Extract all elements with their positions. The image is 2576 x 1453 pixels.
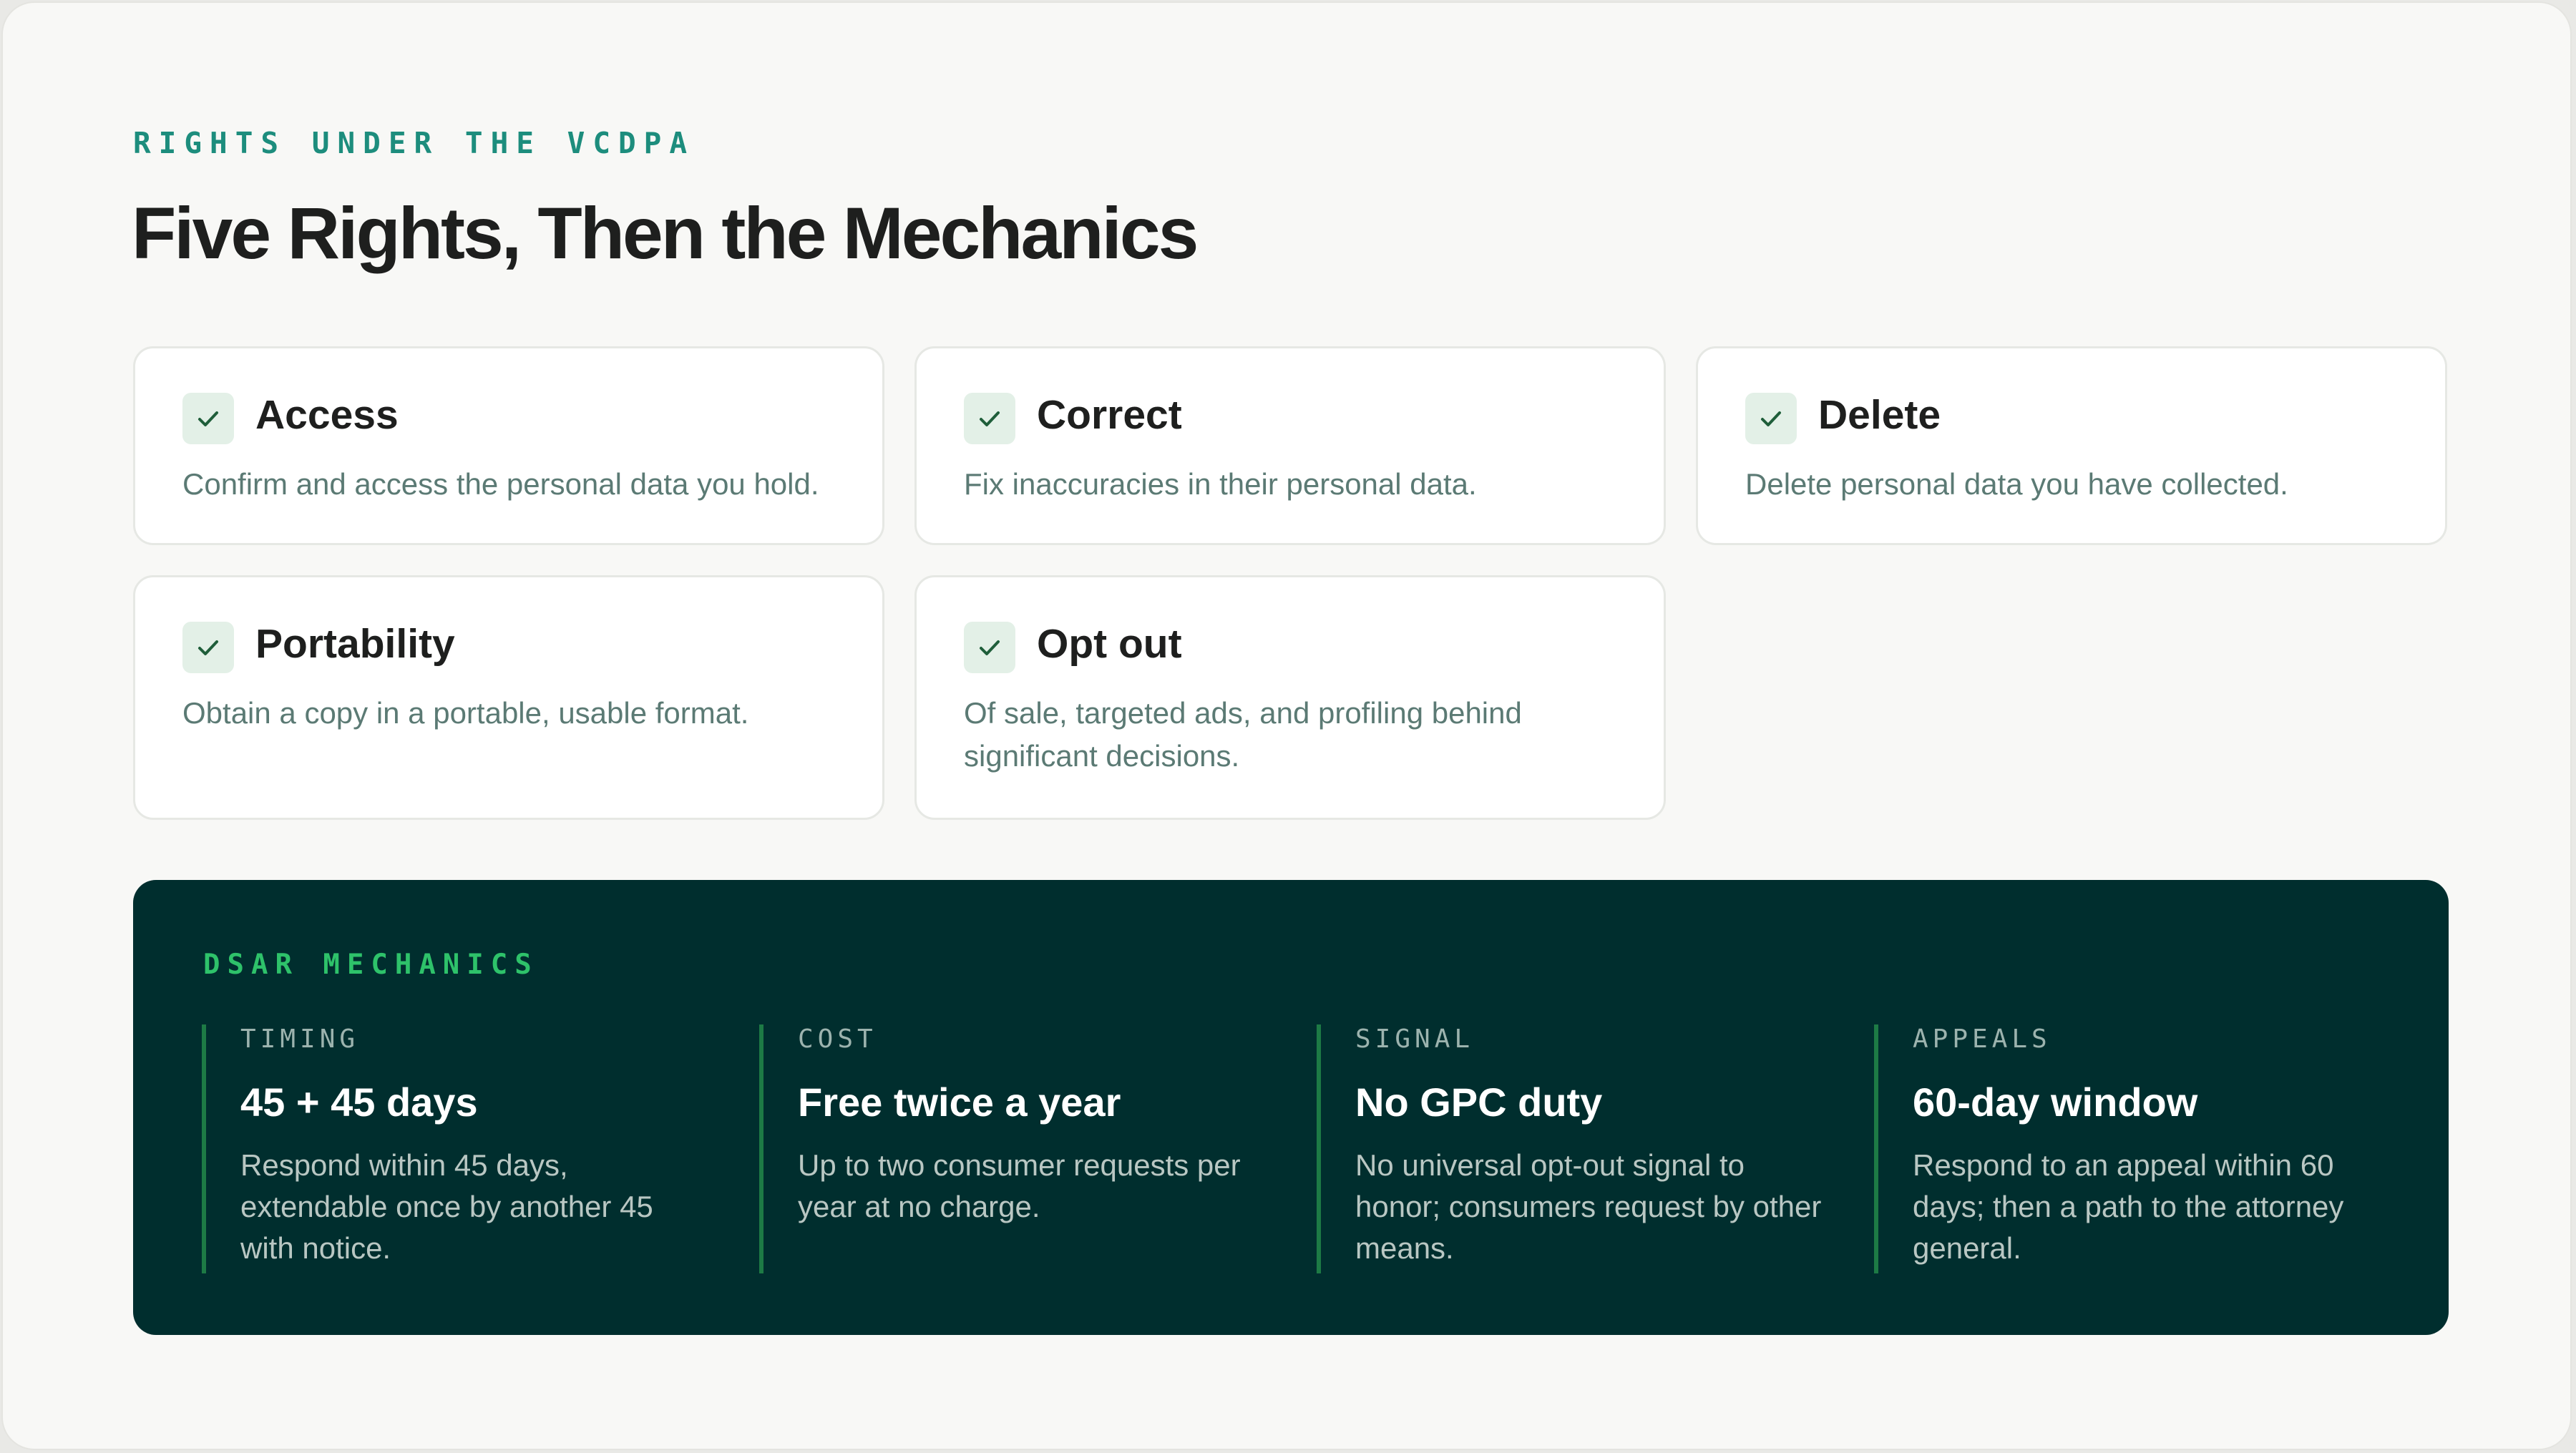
check-icon	[1745, 393, 1797, 444]
section-kicker: RIGHTS UNDER THE VCDPA	[133, 126, 696, 160]
mechanic-description: Respond within 45 days, extendable once …	[240, 1148, 653, 1265]
check-icon	[964, 393, 1015, 444]
mechanic-description: No universal opt-out signal to honor; co…	[1355, 1148, 1822, 1265]
dsar-mechanics-panel: DSAR MECHANICS TIMING 45 + 45 days Respo…	[133, 880, 2449, 1335]
right-card-delete: Delete Delete personal data you have col…	[1696, 346, 2447, 545]
panel-kicker: DSAR MECHANICS	[203, 949, 539, 981]
mechanic-label: SIGNAL	[1355, 1024, 1475, 1054]
mechanic-value: No GPC duty	[1355, 1080, 1603, 1125]
right-description: Of sale, targeted ads, and profiling beh…	[964, 696, 1522, 773]
page-title: Five Rights, Then the Mechanics	[132, 192, 1199, 274]
mechanic-label: APPEALS	[1913, 1024, 2051, 1054]
check-icon	[182, 622, 234, 673]
slide: RIGHTS UNDER THE VCDPA Five Rights, Then…	[1, 1, 2572, 1450]
mechanic-description: Respond to an appeal within 60 days; the…	[1913, 1148, 2344, 1265]
right-card-correct: Correct Fix inaccuracies in their person…	[914, 346, 1666, 545]
right-description: Obtain a copy in a portable, usable form…	[182, 696, 749, 730]
right-title: Delete	[1818, 392, 1941, 438]
mechanic-label: TIMING	[240, 1024, 360, 1054]
right-card-opt-out: Opt out Of sale, targeted ads, and profi…	[914, 575, 1666, 820]
right-description: Delete personal data you have collected.	[1745, 467, 2288, 501]
mechanic-signal: SIGNAL No GPC duty No universal opt-out …	[1317, 1024, 1832, 1273]
right-title: Access	[255, 392, 399, 438]
right-title: Portability	[255, 621, 455, 667]
right-card-access: Access Confirm and access the personal d…	[133, 346, 884, 545]
check-icon	[964, 622, 1015, 673]
right-title: Opt out	[1037, 621, 1182, 667]
right-description: Confirm and access the personal data you…	[182, 467, 819, 501]
mechanic-value: 60-day window	[1913, 1080, 2198, 1125]
mechanic-cost: COST Free twice a year Up to two consume…	[759, 1024, 1274, 1273]
mechanic-value: 45 + 45 days	[240, 1080, 478, 1125]
check-icon	[182, 393, 234, 444]
mechanic-value: Free twice a year	[798, 1080, 1121, 1125]
right-card-portability: Portability Obtain a copy in a portable,…	[133, 575, 884, 820]
right-description: Fix inaccuracies in their personal data.	[964, 467, 1477, 501]
mechanic-description: Up to two consumer requests per year at …	[798, 1148, 1241, 1223]
mechanic-label: COST	[798, 1024, 877, 1054]
mechanic-timing: TIMING 45 + 45 days Respond within 45 da…	[202, 1024, 717, 1273]
mechanic-appeals: APPEALS 60-day window Respond to an appe…	[1874, 1024, 2389, 1273]
right-title: Correct	[1037, 392, 1182, 438]
